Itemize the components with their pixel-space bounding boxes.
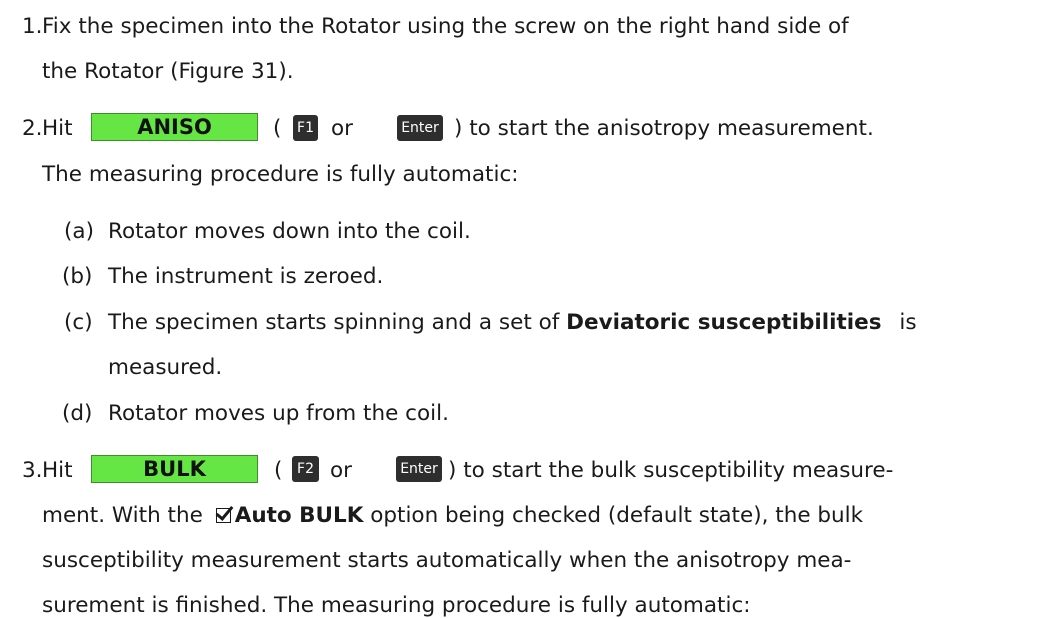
checkbox-checked-icon xyxy=(215,508,231,523)
substep-d-text: Rotator moves up from the coil. xyxy=(108,401,449,426)
step-3-line-2-after: option being checked (default state), th… xyxy=(370,503,864,528)
substep-c-text-line-1: The specimen starts spinning and a set o… xyxy=(108,312,917,334)
substep-c-text-before: The specimen starts spinning and a set o… xyxy=(108,310,560,335)
step-2-number: 2. xyxy=(22,116,43,141)
step-1-number: 1. xyxy=(22,14,43,39)
substep-a-label: (a) xyxy=(64,219,94,244)
step-1-text-line-1: Fix the specimen into the Rotator using … xyxy=(42,14,849,39)
substep-b-text: The instrument is zeroed. xyxy=(108,264,384,289)
step-3-text-line-2: ment. With the Auto BULK option being ch… xyxy=(42,505,863,527)
step-3-hit-text: Hit xyxy=(42,458,73,483)
step-3-text-line-3: susceptibility measurement starts automa… xyxy=(42,548,852,573)
step-1-text-line-2: the Rotator (Figure 31). xyxy=(42,59,294,84)
enter-key: Enter xyxy=(397,115,443,141)
step-2-text-line-1: ) to start the anisotropy measurement. xyxy=(454,116,874,141)
deviatoric-susceptibilities-term: Deviatoric susceptibilities xyxy=(566,310,882,335)
enter-key-2: Enter xyxy=(396,456,442,482)
step-3-text-line-4: surement is finished. The measuring proc… xyxy=(42,593,751,618)
substep-d-label: (d) xyxy=(62,401,93,426)
step-3-number: 3. xyxy=(22,458,43,483)
f2-key: F2 xyxy=(292,456,319,482)
step-3-paren-open: ( xyxy=(274,458,283,483)
substep-b-label: (b) xyxy=(62,264,93,289)
step-2-or-text: or xyxy=(331,116,353,141)
step-3-or-text: or xyxy=(330,458,352,483)
substep-a-text: Rotator moves down into the coil. xyxy=(108,219,471,244)
substep-c-text-line-2: measured. xyxy=(108,355,223,380)
bulk-button[interactable]: BULK xyxy=(91,455,258,483)
substep-c-label: (c) xyxy=(64,310,93,335)
step-3-text-line-1: ) to start the bulk susceptibility measu… xyxy=(448,458,894,483)
step-3-line-2-before: ment. With the xyxy=(42,503,203,528)
step-2-paren-open: ( xyxy=(273,116,282,141)
auto-bulk-option-label: Auto BULK xyxy=(234,503,364,528)
step-2-hit-text: Hit xyxy=(42,116,73,141)
aniso-button[interactable]: ANISO xyxy=(91,113,258,141)
substep-c-text-after: is xyxy=(899,310,917,335)
f1-key: F1 xyxy=(293,115,318,141)
step-2-text-line-2: The measuring procedure is fully automat… xyxy=(42,162,519,187)
